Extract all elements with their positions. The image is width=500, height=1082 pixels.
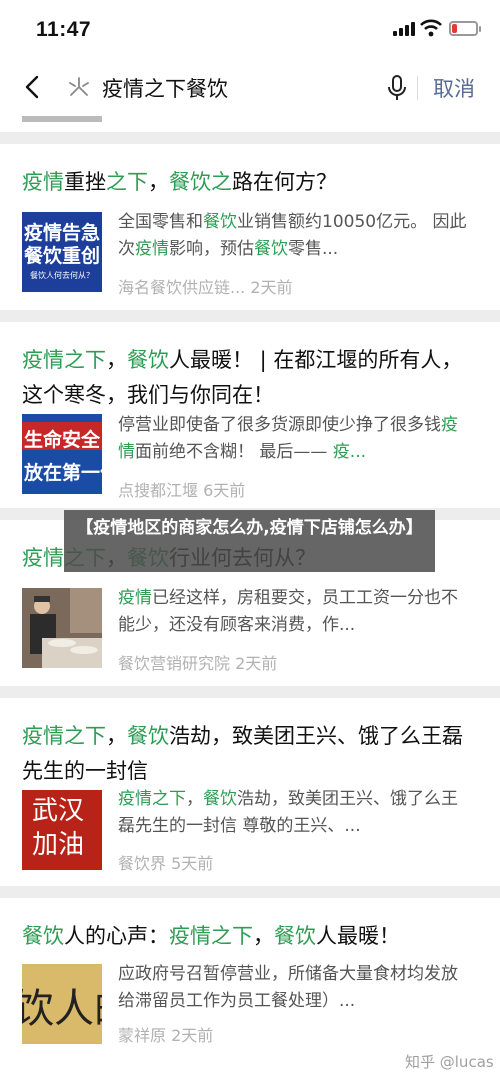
text-segment: 路在何方？ bbox=[232, 170, 337, 194]
text-segment: 重挫 bbox=[64, 170, 106, 194]
thumbnail-text: 加油 bbox=[32, 830, 85, 860]
result-meta: 餐饮营销研究院 2天前 bbox=[118, 654, 278, 673]
previous-result-thumbnail bbox=[22, 116, 102, 122]
result-meta: 点搜都江堰 6天前 bbox=[118, 481, 246, 500]
search-header: 疫情之下餐饮 取消 bbox=[0, 58, 500, 116]
thumbnail-text: 餐饮重创 bbox=[23, 245, 100, 267]
result-card-4[interactable]: 疫情之下，餐饮浩劫，致美团王兴、饿了么王磊先生的一封信 武汉 加油 疫情之下，餐… bbox=[0, 698, 500, 886]
keyword-highlight: 疫情 bbox=[118, 588, 152, 608]
keyword-highlight: 餐饮 bbox=[203, 789, 237, 809]
result-thumbnail-photo bbox=[22, 588, 102, 668]
cancel-button[interactable]: 取消 bbox=[433, 73, 475, 103]
text-segment: 零售... bbox=[288, 239, 339, 259]
header-divider bbox=[417, 76, 418, 100]
result-thumbnail: 生命安全 放在第一位 bbox=[22, 414, 102, 494]
keyword-highlight: 疫... bbox=[332, 442, 367, 462]
text-segment: 全国零售和 bbox=[118, 212, 203, 232]
text-segment: ， bbox=[253, 924, 274, 948]
microphone-icon[interactable] bbox=[386, 73, 408, 103]
keyword-highlight: 餐饮 bbox=[127, 348, 169, 372]
previous-result-fragment bbox=[0, 116, 500, 132]
text-segment: 影响，预估 bbox=[169, 239, 254, 259]
thumbnail-text: 餐饮人何去何从？ bbox=[30, 271, 94, 280]
chef-photo-icon bbox=[22, 588, 102, 668]
search-input[interactable]: 疫情之下餐饮 bbox=[102, 73, 228, 103]
keyword-highlight: 之下 bbox=[106, 170, 148, 194]
keyword-highlight: 疫情 bbox=[22, 170, 64, 194]
result-card-1[interactable]: 疫情重挫之下，餐饮之路在何方？ 疫情告急 餐饮重创 餐饮人何去何从？ 全国零售和… bbox=[0, 144, 500, 310]
result-meta: 蒙祥原 2天前 bbox=[118, 1026, 214, 1045]
result-meta: 海名餐饮供应链... 2天前 bbox=[118, 278, 293, 297]
result-snippet: 全国零售和餐饮业销售额约10050亿元。 因此次疫情影响，预估餐饮零售... bbox=[118, 209, 468, 263]
result-card-2[interactable]: 疫情之下，餐饮人最暖！ | 在都江堰的所有人，这个寒冬，我们与你同在！ 生命安全… bbox=[0, 322, 500, 508]
thumbnail-text: 饮人的心 bbox=[22, 986, 102, 1032]
result-thumbnail: 武汉 加油 bbox=[22, 790, 102, 870]
status-bar: 11:47 bbox=[0, 0, 500, 58]
result-title: 疫情之下，餐饮浩劫，致美团王兴、饿了么王磊先生的一封信 bbox=[22, 719, 478, 789]
battery-icon bbox=[449, 21, 481, 36]
keyword-highlight: 餐饮 bbox=[127, 724, 169, 748]
text-segment: 人的心声： bbox=[64, 924, 169, 948]
text-segment: ， bbox=[148, 170, 169, 194]
result-thumbnail: 疫情告急 餐饮重创 餐饮人何去何从？ bbox=[22, 212, 102, 292]
text-segment: 应政府号召暂停营业，所储备大量食材均发放给滞留员工作为员工餐处理）... bbox=[118, 964, 458, 1011]
keyword-highlight: 餐饮 bbox=[203, 212, 237, 232]
thumbnail-text: 疫情告急 bbox=[23, 222, 100, 244]
wifi-icon bbox=[420, 19, 442, 37]
watermark: 知乎 @lucas bbox=[405, 1053, 494, 1071]
keyword-highlight: 疫情之下 bbox=[22, 724, 106, 748]
thumbnail-text: 放在第一位 bbox=[24, 462, 102, 484]
search-scope-icon bbox=[69, 77, 89, 96]
result-snippet: 疫情已经这样，房租要交，员工工资一分也不能少，还没有顾客来消费，作... bbox=[118, 585, 468, 639]
result-meta: 餐饮界 5天前 bbox=[118, 854, 214, 873]
keyword-highlight: 疫情 bbox=[135, 239, 169, 259]
result-thumbnail: 饮人的心 bbox=[22, 964, 102, 1044]
text-segment: ， bbox=[106, 348, 127, 372]
text-segment: 面前绝不含糊！ 最后—— bbox=[135, 442, 333, 462]
keyword-highlight: 疫情之下 bbox=[22, 348, 106, 372]
text-segment: ， bbox=[186, 789, 203, 809]
result-snippet: 应政府号召暂停营业，所储备大量食材均发放给滞留员工作为员工餐处理）... bbox=[118, 961, 468, 1015]
text-segment: 停营业即使备了很多货源即使少挣了很多钱 bbox=[118, 415, 441, 435]
cellular-signal-icon bbox=[393, 22, 415, 36]
caption-overlay: 【疫情地区的商家怎么办,疫情下店铺怎么办】 bbox=[64, 510, 435, 572]
keyword-highlight: 疫情之下 bbox=[118, 789, 186, 809]
result-title: 疫情之下，餐饮人最暖！ | 在都江堰的所有人，这个寒冬，我们与你同在！ bbox=[22, 343, 478, 413]
thumbnail-text: 生命安全 bbox=[24, 429, 101, 451]
text-segment: ， bbox=[106, 724, 127, 748]
thumbnail-text: 武汉 bbox=[32, 796, 85, 826]
text-segment: 已经这样，房租要交，员工工资一分也不能少，还没有顾客来消费，作... bbox=[118, 588, 458, 635]
keyword-highlight: 餐饮 bbox=[254, 239, 288, 259]
result-title: 餐饮人的心声：疫情之下，餐饮人最暖！ bbox=[22, 919, 478, 954]
keyword-highlight: 餐饮 bbox=[22, 924, 64, 948]
result-title: 疫情重挫之下，餐饮之路在何方？ bbox=[22, 165, 478, 200]
status-time: 11:47 bbox=[36, 18, 92, 41]
back-icon[interactable] bbox=[18, 72, 48, 102]
result-snippet: 疫情之下，餐饮浩劫，致美团王兴、饿了么王磊先生的一封信 尊敬的王兴、... bbox=[118, 786, 468, 840]
battery-level bbox=[452, 24, 457, 33]
keyword-highlight: 餐饮之 bbox=[169, 170, 232, 194]
result-snippet: 停营业即使备了很多货源即使少挣了很多钱疫情面前绝不含糊！ 最后—— 疫... bbox=[118, 412, 468, 466]
text-segment: 人最暖！ bbox=[316, 924, 400, 948]
keyword-highlight: 疫情之下 bbox=[169, 924, 253, 948]
keyword-highlight: 餐饮 bbox=[274, 924, 316, 948]
